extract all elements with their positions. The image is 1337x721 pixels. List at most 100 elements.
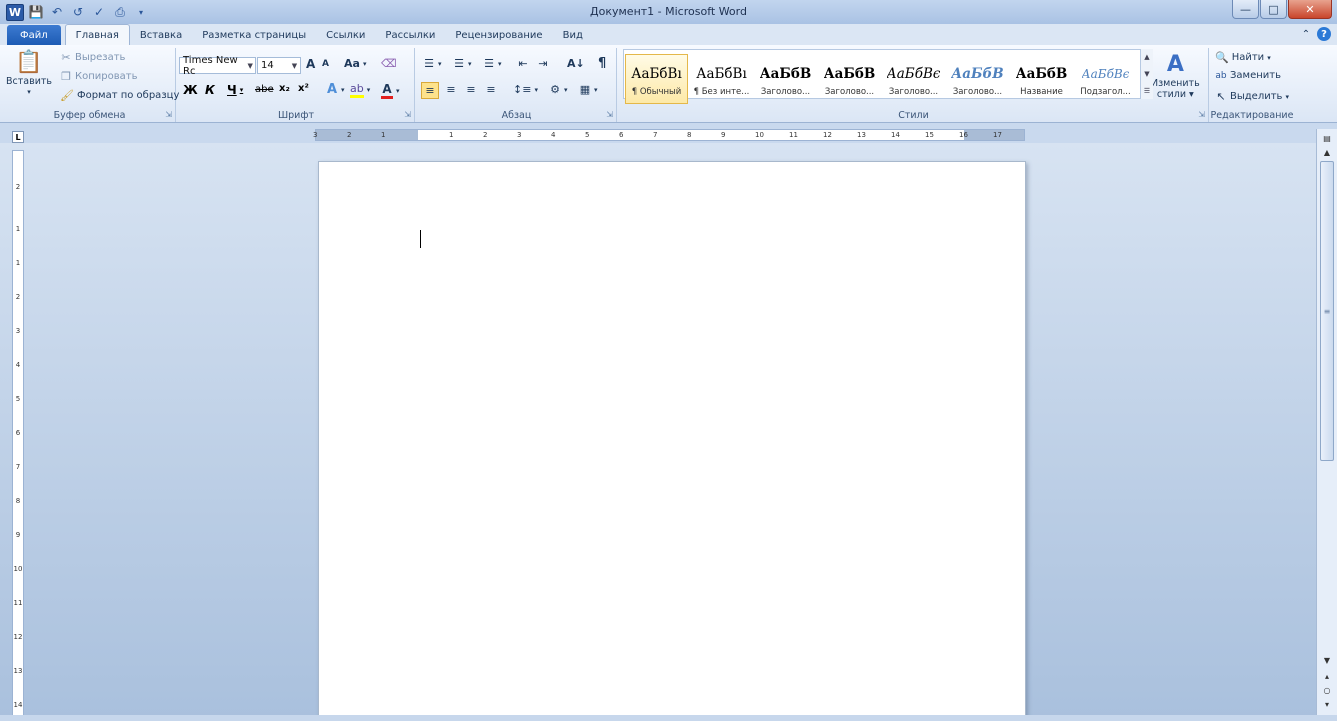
ruler-label: 12 bbox=[13, 633, 23, 641]
scroll-down-icon[interactable]: ▼ bbox=[1319, 653, 1335, 667]
chevron-down-icon: ▾ bbox=[1267, 53, 1271, 62]
paste-button[interactable]: 📋 Вставить ▾ bbox=[6, 50, 52, 96]
ruler-label: 14 bbox=[13, 701, 23, 709]
ruler-toggle-icon[interactable]: ▤ bbox=[1319, 131, 1335, 145]
scroll-up-icon[interactable]: ▲ bbox=[1319, 145, 1335, 159]
style-heading-2[interactable]: АаБбВ Заголово... bbox=[818, 54, 881, 104]
tab-view[interactable]: Вид bbox=[553, 25, 593, 45]
justify-icon: ≡ bbox=[486, 83, 496, 96]
spelling-icon[interactable]: ✓ bbox=[90, 3, 108, 21]
tab-mailings[interactable]: Рассылки bbox=[375, 25, 445, 45]
tab-page-layout[interactable]: Разметка страницы bbox=[192, 25, 316, 45]
customize-icon[interactable]: ▾ bbox=[132, 3, 150, 21]
next-page-icon[interactable]: ▾ bbox=[1319, 697, 1335, 711]
minimize-icon[interactable]: — bbox=[1232, 0, 1259, 19]
shrink-font-button[interactable]: A bbox=[322, 59, 329, 69]
superscript-button[interactable]: x² bbox=[298, 83, 309, 94]
minimize-ribbon-icon[interactable]: ⌃ bbox=[1299, 27, 1313, 41]
style-heading-4[interactable]: АаБбВ Заголово... bbox=[946, 54, 1009, 104]
vertical-ruler[interactable]: 2 1 1 2 3 4 5 6 7 8 9 10 11 12 13 14 bbox=[12, 150, 24, 721]
decrease-indent-button[interactable]: ⇤ bbox=[517, 57, 529, 70]
cut-button[interactable]: ✂ Вырезать bbox=[60, 51, 125, 64]
chevron-up-icon[interactable]: ▲ bbox=[1144, 53, 1149, 61]
style-normal[interactable]: АаБбВı ¶ Обычный bbox=[625, 54, 688, 104]
horizontal-ruler[interactable]: 3 2 1 1 2 3 4 5 6 7 8 9 10 11 12 13 14 15 16 17 bbox=[313, 129, 1025, 141]
increase-indent-button[interactable]: ⇥ bbox=[537, 57, 549, 70]
show-marks-button[interactable]: ¶ bbox=[598, 56, 606, 71]
font-group: Times New Rc ▼ 14 ▼ A A Aa ▾ ⌫ Ж К Ч ▾ abe x… bbox=[178, 48, 415, 122]
grow-font-button[interactable]: A bbox=[306, 57, 315, 71]
font-color-button[interactable]: A ▾ bbox=[381, 82, 400, 99]
align-center-button[interactable]: ≡ bbox=[445, 83, 457, 96]
ruler-label: 6 bbox=[15, 429, 21, 437]
more-icon[interactable]: ☰ bbox=[1144, 87, 1150, 95]
dialog-launcher-icon[interactable]: ⇲ bbox=[1198, 110, 1205, 119]
undo-icon[interactable]: ↶ bbox=[48, 3, 66, 21]
sort-button[interactable]: A↓ bbox=[567, 57, 585, 70]
change-styles-button[interactable]: A Изменить стили ▾ bbox=[1151, 52, 1200, 100]
style-subtitle[interactable]: АаБбВє Подзагол... bbox=[1074, 54, 1137, 104]
underline-button[interactable]: Ч ▾ bbox=[227, 83, 243, 97]
dialog-launcher-icon[interactable]: ⇲ bbox=[404, 110, 411, 119]
clear-formatting-button[interactable]: ⌫ bbox=[381, 57, 397, 70]
select-button[interactable]: ↖ Выделить ▾ bbox=[1215, 90, 1289, 103]
previous-page-icon[interactable]: ▴ bbox=[1319, 669, 1335, 683]
print-preview-icon[interactable]: ⎙ bbox=[111, 3, 129, 21]
bold-button[interactable]: Ж bbox=[183, 83, 198, 97]
dialog-launcher-icon[interactable]: ⇲ bbox=[606, 110, 613, 119]
tab-review[interactable]: Рецензирование bbox=[445, 25, 552, 45]
document-page[interactable] bbox=[318, 161, 1026, 721]
italic-button[interactable]: К bbox=[205, 83, 215, 97]
style-no-spacing[interactable]: АаБбВı ¶ Без инте... bbox=[690, 54, 753, 104]
help-icon[interactable]: ? bbox=[1317, 27, 1331, 41]
chevron-down-icon[interactable]: ▼ bbox=[1144, 70, 1149, 78]
highlight-button[interactable]: ab ▾ bbox=[350, 82, 370, 98]
shading-button[interactable]: ⚙ ▾ bbox=[549, 83, 567, 96]
tab-file[interactable]: Файл bbox=[7, 25, 61, 45]
font-size-select[interactable]: 14 ▼ bbox=[257, 57, 301, 74]
maximize-icon[interactable]: □ bbox=[1260, 0, 1287, 19]
style-heading-1[interactable]: АаБбВ Заголово... bbox=[754, 54, 817, 104]
line-spacing-button[interactable]: ↕≡ ▾ bbox=[513, 83, 538, 96]
tab-selector-button[interactable]: L bbox=[12, 131, 24, 143]
word-logo-icon[interactable]: W bbox=[6, 3, 24, 21]
tab-insert[interactable]: Вставка bbox=[130, 25, 192, 45]
subscript-button[interactable]: x₂ bbox=[279, 83, 290, 94]
change-case-button[interactable]: Aa ▾ bbox=[344, 57, 366, 70]
find-button[interactable]: 🔍 Найти ▾ bbox=[1215, 51, 1271, 64]
ruler-label: 2 bbox=[483, 131, 488, 139]
numbering-icon: ☰ bbox=[454, 57, 464, 70]
browse-object-icon[interactable]: ○ bbox=[1319, 683, 1335, 697]
align-right-icon: ≡ bbox=[466, 83, 476, 96]
quick-access-toolbar: W 💾 ↶ ↺ ✓ ⎙ ▾ bbox=[6, 3, 150, 21]
redo-icon[interactable]: ↺ bbox=[69, 3, 87, 21]
tab-references[interactable]: Ссылки bbox=[316, 25, 375, 45]
close-icon[interactable]: ✕ bbox=[1288, 0, 1332, 19]
multilevel-list-button[interactable]: ☰ ▾ bbox=[483, 57, 501, 70]
multilevel-list-icon: ☰ bbox=[484, 57, 494, 70]
font-name-select[interactable]: Times New Rc ▼ bbox=[179, 55, 256, 77]
align-right-button[interactable]: ≡ bbox=[465, 83, 477, 96]
tab-home[interactable]: Главная bbox=[64, 24, 130, 45]
eraser-icon: ⌫ bbox=[381, 57, 397, 70]
style-heading-3[interactable]: АаБбВє Заголово... bbox=[882, 54, 945, 104]
scroll-thumb[interactable]: ≡ bbox=[1320, 161, 1334, 461]
copy-button[interactable]: ❐ Копировать bbox=[60, 70, 137, 83]
numbering-button[interactable]: ☰ ▾ bbox=[453, 57, 471, 70]
style-title[interactable]: АаБбВ Название bbox=[1010, 54, 1073, 104]
ruler-label: 2 bbox=[15, 293, 21, 301]
align-left-button[interactable]: ≡ bbox=[421, 82, 439, 99]
text-effects-button[interactable]: A ▾ bbox=[326, 82, 345, 97]
bullets-button[interactable]: ☰ ▾ bbox=[423, 57, 441, 70]
ruler-label: 6 bbox=[619, 131, 624, 139]
clipboard-group: 📋 Вставить ▾ ✂ Вырезать ❐ Копировать 🖌 Ф… bbox=[4, 48, 179, 122]
strikethrough-button[interactable]: abe bbox=[255, 84, 274, 95]
save-icon[interactable]: 💾 bbox=[27, 3, 45, 21]
chevron-down-icon: ▾ bbox=[362, 59, 367, 68]
vertical-scrollbar[interactable]: ▤ ▲ ≡ ▼ ▴ ○ ▾ bbox=[1316, 129, 1337, 721]
format-painter-button[interactable]: 🖌 Формат по образцу bbox=[60, 89, 179, 102]
dialog-launcher-icon[interactable]: ⇲ bbox=[165, 110, 172, 119]
replace-button[interactable]: ab Заменить bbox=[1215, 70, 1281, 81]
justify-button[interactable]: ≡ bbox=[485, 83, 497, 96]
borders-button[interactable]: ▦ ▾ bbox=[579, 83, 598, 96]
